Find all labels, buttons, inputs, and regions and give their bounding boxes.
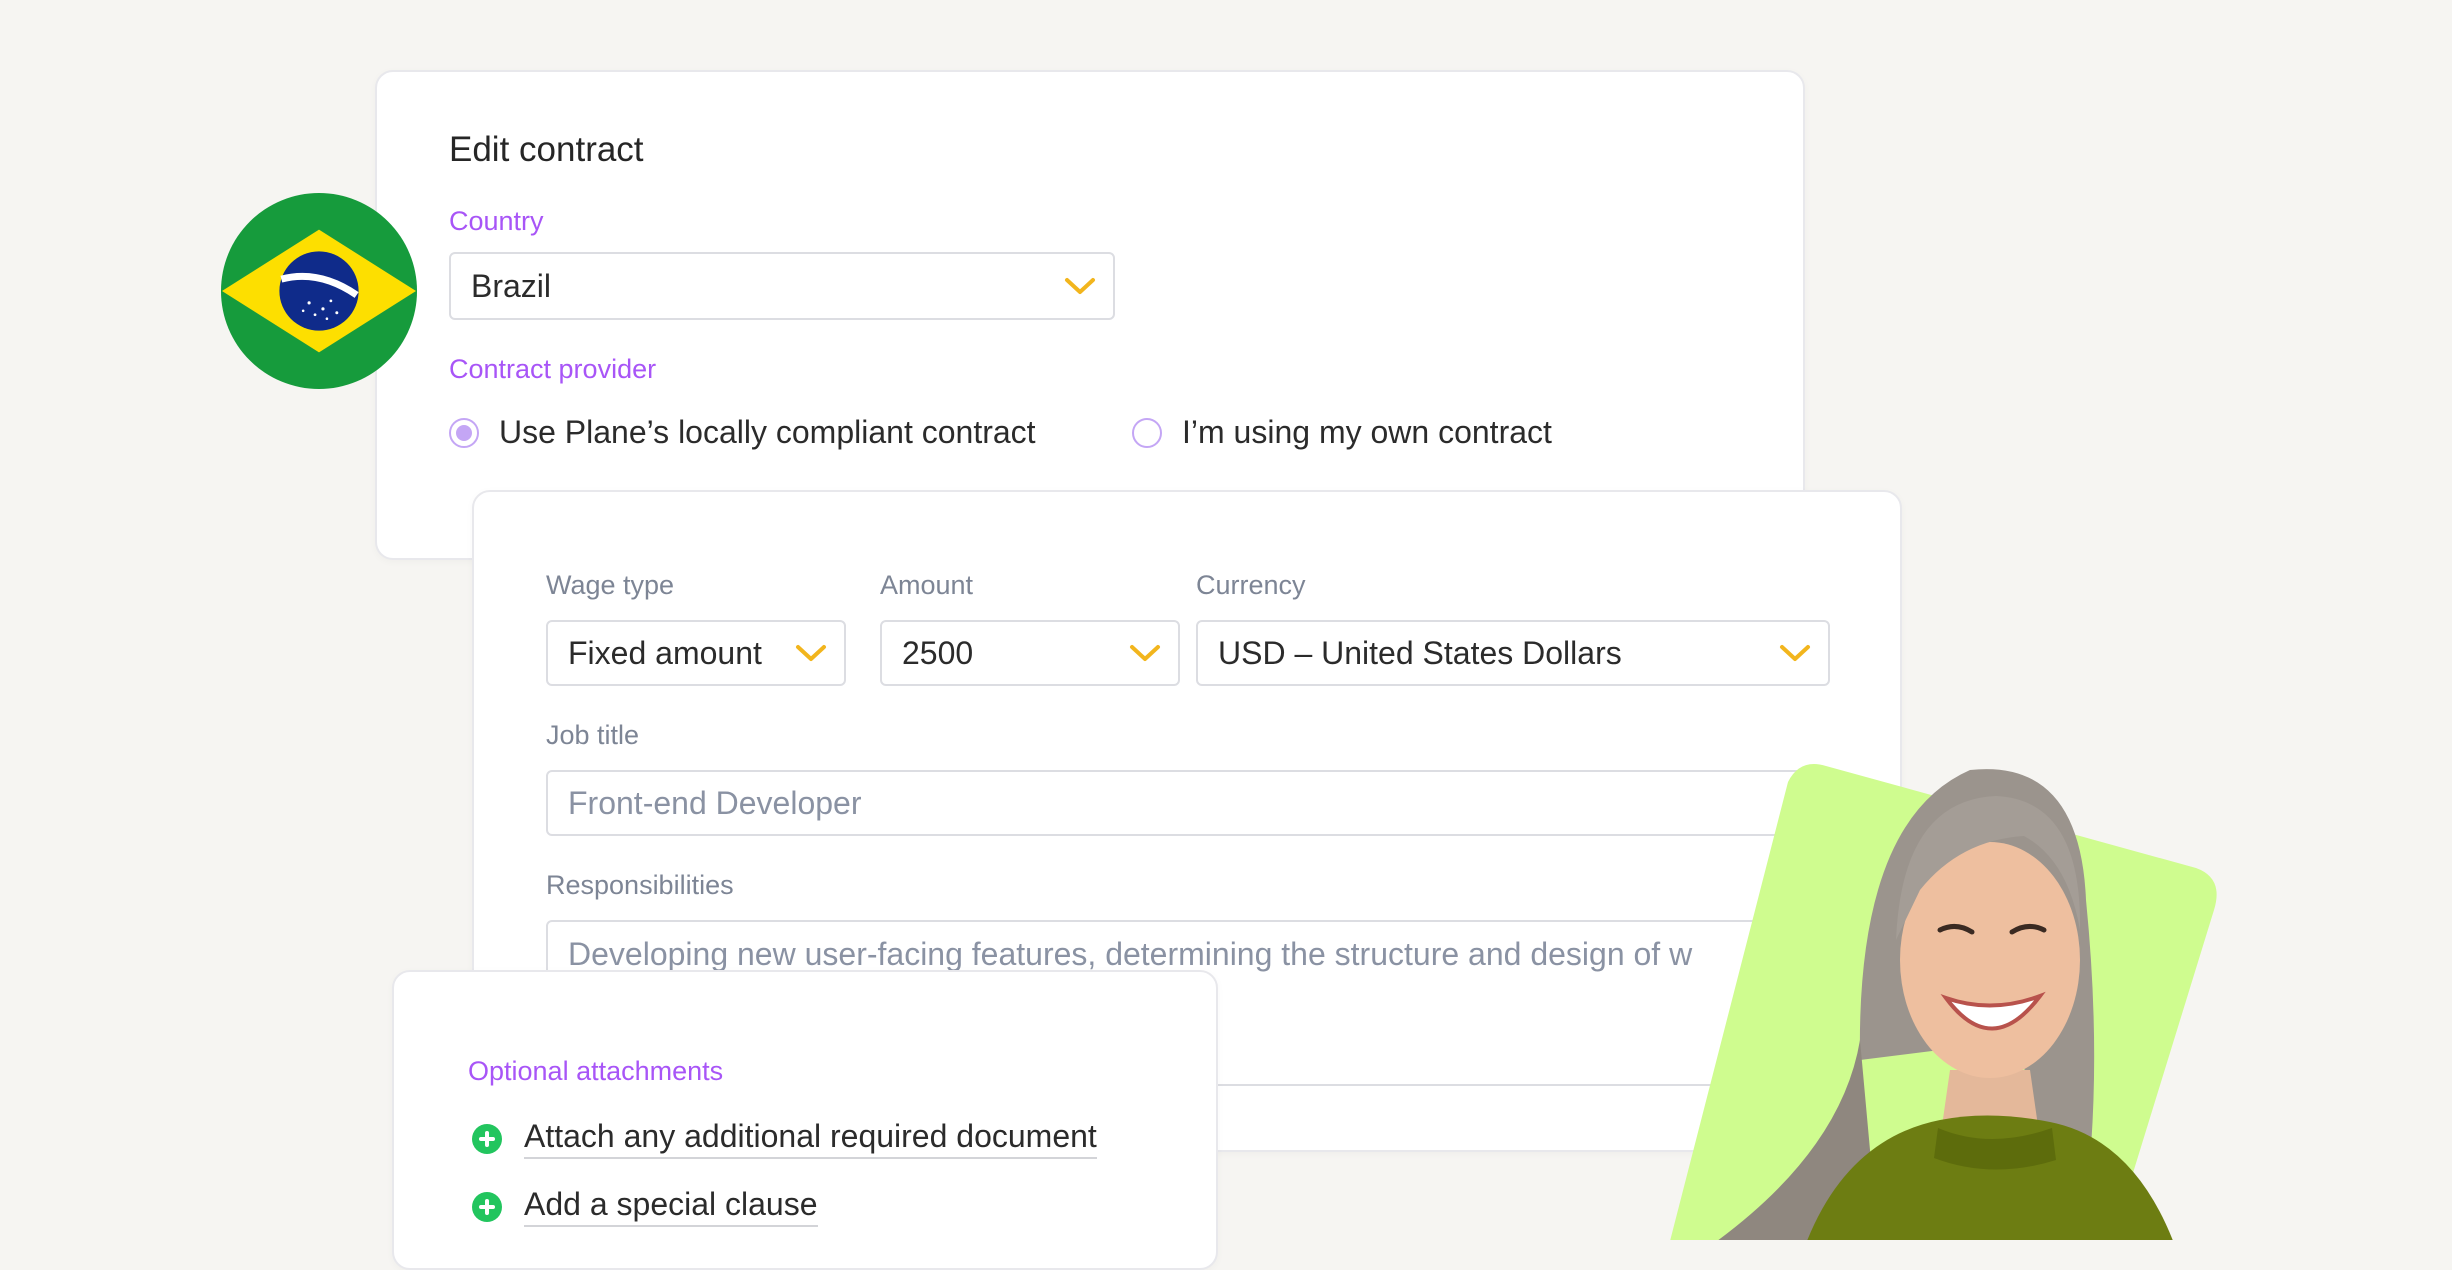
currency-value: USD – United States Dollars [1218, 634, 1622, 671]
responsibilities-label: Responsibilities [546, 870, 734, 900]
job-title-label: Job title [546, 720, 640, 750]
plus-circle-icon[interactable] [472, 1191, 502, 1222]
radio-own-contract[interactable]: I’m using my own contract [1132, 414, 1552, 451]
attach-document-link[interactable]: Attach any additional required document [472, 1118, 1097, 1159]
country-select[interactable]: Brazil [449, 252, 1115, 320]
edit-contract-card: Edit contract Country Brazil Contract pr… [375, 70, 1805, 560]
optional-attachments-label: Optional attachments [468, 1056, 724, 1086]
country-label: Country [449, 206, 544, 236]
add-special-clause-link[interactable]: Add a special clause [472, 1186, 818, 1227]
plus-circle-icon[interactable] [472, 1123, 502, 1154]
country-value: Brazil [471, 267, 552, 304]
wage-type-select[interactable]: Fixed amount [546, 620, 846, 686]
chevron-down-icon [796, 645, 826, 661]
attach-document-text[interactable]: Attach any additional required document [524, 1118, 1097, 1159]
contract-provider-label: Contract provider [449, 354, 657, 384]
chevron-down-icon [1065, 278, 1095, 294]
currency-select[interactable]: USD – United States Dollars [1196, 620, 1830, 686]
brazil-flag-icon [220, 192, 418, 390]
add-special-clause-text[interactable]: Add a special clause [524, 1186, 818, 1227]
wage-type-value: Fixed amount [568, 634, 762, 671]
radio-label: I’m using my own contract [1182, 414, 1552, 450]
responsibilities-text: Developing new user-facing features, det… [568, 936, 1693, 972]
currency-label: Currency [1196, 570, 1306, 600]
chevron-down-icon [1780, 645, 1810, 661]
radio-label: Use Plane’s locally compliant contract [499, 414, 1036, 450]
amount-select[interactable]: 2500 [880, 620, 1180, 686]
attachments-card: Optional attachments Attach any addition… [392, 970, 1218, 1270]
radio-button[interactable] [1132, 417, 1162, 448]
smiling-woman-photo [1670, 764, 2217, 1240]
radio-button-checked[interactable] [449, 417, 479, 448]
card-title: Edit contract [449, 130, 644, 169]
wage-type-label: Wage type [546, 570, 675, 600]
radio-plane-contract[interactable]: Use Plane’s locally compliant contract [449, 414, 1036, 451]
amount-value: 2500 [902, 634, 974, 671]
chevron-down-icon [1130, 645, 1160, 661]
amount-label: Amount [880, 570, 974, 600]
